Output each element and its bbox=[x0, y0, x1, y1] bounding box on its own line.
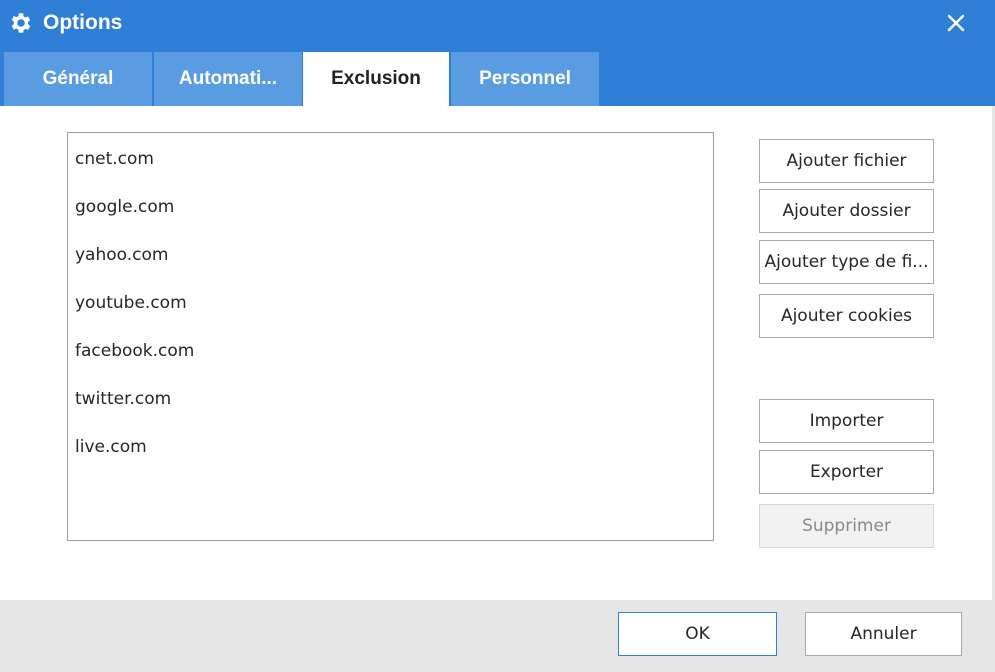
delete-button[interactable]: Supprimer bbox=[759, 504, 934, 548]
add-file-button[interactable]: Ajouter fichier bbox=[759, 139, 934, 183]
window-title: Options bbox=[43, 11, 123, 34]
cancel-button[interactable]: Annuler bbox=[805, 612, 962, 656]
add-cookies-button[interactable]: Ajouter cookies bbox=[759, 294, 934, 338]
export-button[interactable]: Exporter bbox=[759, 450, 934, 494]
tab-personnel[interactable]: Personnel bbox=[451, 52, 599, 106]
tab-exclusion[interactable]: Exclusion bbox=[303, 52, 449, 106]
gear-icon bbox=[11, 13, 31, 33]
import-button[interactable]: Importer bbox=[759, 399, 934, 443]
list-item[interactable]: yahoo.com bbox=[75, 243, 168, 267]
list-item[interactable]: google.com bbox=[75, 195, 174, 219]
list-item[interactable]: twitter.com bbox=[75, 387, 171, 411]
list-item[interactable]: facebook.com bbox=[75, 339, 194, 363]
title-bar: Options Général Automati... Exclusion Pe… bbox=[0, 0, 995, 106]
ok-button[interactable]: OK bbox=[618, 612, 777, 656]
tab-automation[interactable]: Automati... bbox=[154, 52, 302, 106]
list-item[interactable]: cnet.com bbox=[75, 147, 154, 171]
exclusion-list[interactable]: cnet.com google.com yahoo.com youtube.co… bbox=[67, 132, 714, 541]
tab-general[interactable]: Général bbox=[4, 52, 152, 106]
list-item[interactable]: live.com bbox=[75, 435, 147, 459]
add-folder-button[interactable]: Ajouter dossier bbox=[759, 189, 934, 233]
options-dialog: Options Général Automati... Exclusion Pe… bbox=[0, 0, 995, 672]
add-file-type-button[interactable]: Ajouter type de fi... bbox=[759, 240, 934, 284]
dialog-footer: OK Annuler bbox=[0, 600, 995, 672]
list-item[interactable]: youtube.com bbox=[75, 291, 187, 315]
close-icon[interactable] bbox=[938, 5, 974, 41]
